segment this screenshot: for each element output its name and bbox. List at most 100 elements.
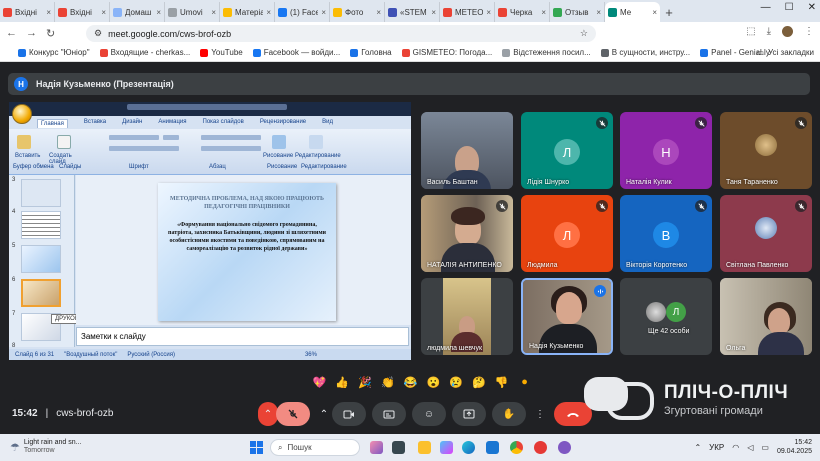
app-icon-edge[interactable] — [462, 441, 475, 454]
weather-widget[interactable]: ☂ Light rain and sn... Tomorrow — [10, 439, 81, 455]
participant-tile[interactable]: Світлана Павленко — [720, 195, 812, 272]
profile-avatar[interactable] — [782, 26, 793, 37]
tab-close-icon[interactable]: × — [541, 8, 546, 17]
reaction-emoji[interactable]: 👎 — [494, 376, 509, 389]
ribbon-tab[interactable]: Анимация — [158, 119, 186, 128]
current-slide[interactable]: МЕТОДИЧНА ПРОБЛЕМА, НАД ЯКОЮ ПРАЦЮЮТЬ ПЕ… — [158, 183, 336, 321]
site-info-icon[interactable]: ⚙ — [94, 28, 102, 39]
tab-close-icon[interactable]: × — [596, 8, 601, 17]
tab-close-icon[interactable]: × — [431, 8, 436, 17]
browser-tab[interactable]: Ме × — [605, 2, 660, 22]
participant-tile[interactable]: людмила шевчук — [421, 278, 513, 355]
battery-icon[interactable]: ▭ — [761, 443, 769, 452]
browser-tab[interactable]: Umovi × — [165, 2, 220, 22]
participant-tile[interactable]: Василь Баштан — [421, 112, 513, 189]
browser-tab[interactable]: Вхідні × — [0, 2, 55, 22]
paragraph-row-1[interactable] — [201, 135, 261, 140]
all-bookmarks-button[interactable]: ▭ Усі закладки — [756, 48, 814, 57]
app-icon-chrome[interactable] — [510, 441, 523, 454]
new-tab-button[interactable]: + — [660, 2, 678, 22]
app-icon-copilot[interactable] — [440, 441, 453, 454]
app-icon-opera[interactable] — [534, 441, 547, 454]
bookmark-item[interactable]: Входящие - cherkas... — [99, 48, 190, 57]
language-indicator[interactable]: УКР — [709, 443, 724, 452]
font-box[interactable] — [109, 135, 159, 140]
browser-tab[interactable]: Матеріал× — [220, 2, 275, 22]
tab-close-icon[interactable]: × — [211, 8, 216, 17]
taskbar-clock[interactable]: 15:42 09.04.2025 — [777, 438, 812, 456]
participant-tile[interactable]: Н Наталія Кулик — [620, 112, 712, 189]
participant-tile[interactable]: НАТАЛІЯ АНТИПЕНКО — [421, 195, 513, 272]
ribbon-tab[interactable]: Дизайн — [122, 119, 142, 128]
new-slide-icon[interactable] — [57, 135, 71, 149]
font-size-box[interactable] — [163, 135, 179, 140]
slide-notes[interactable]: Заметки к слайду — [76, 327, 409, 346]
bookmark-item[interactable]: YouTube — [200, 48, 243, 57]
slide-thumb-3[interactable] — [21, 179, 61, 207]
paste-icon[interactable] — [17, 135, 31, 149]
reaction-emoji[interactable]: 😂 — [403, 376, 418, 389]
app-icon-viber[interactable] — [558, 441, 571, 454]
bookmark-star-icon[interactable]: ☆ — [580, 28, 588, 39]
app-icon-widget[interactable] — [370, 441, 383, 454]
bookmark-item[interactable]: Facebook — войди... — [252, 48, 340, 57]
microphone-toggle[interactable] — [276, 402, 310, 426]
reaction-emoji[interactable]: ● — [517, 376, 532, 388]
minimize-icon[interactable]: — — [761, 2, 771, 13]
downloads-icon[interactable]: ⤓ — [767, 26, 771, 37]
raise-hand-button[interactable]: ✋ — [492, 402, 526, 426]
tab-close-icon[interactable]: × — [321, 8, 326, 17]
emoji-button[interactable]: ☺ — [412, 402, 446, 426]
back-icon[interactable]: ← — [6, 27, 17, 39]
drawing-icon[interactable] — [272, 135, 286, 149]
participant-tile[interactable]: Надія Кузьменко — [521, 278, 613, 355]
browser-tab[interactable]: Черка × — [495, 2, 550, 22]
browser-tab[interactable]: Вхідні × — [55, 2, 110, 22]
participant-tile[interactable]: Таня Тараненко — [720, 112, 812, 189]
reload-icon[interactable]: ↻ — [46, 27, 55, 40]
browser-tab[interactable]: Домаш × — [110, 2, 165, 22]
chevron-up-icon[interactable]: ⌃ — [694, 443, 701, 452]
paragraph-row-2[interactable] — [201, 146, 261, 151]
bookmark-item[interactable]: В сущности, инстру... — [600, 48, 690, 57]
app-icon-file-explorer[interactable] — [418, 441, 431, 454]
present-button[interactable] — [452, 402, 486, 426]
ribbon-tab[interactable]: Показ слайдов — [203, 119, 244, 128]
font-format-row[interactable] — [109, 146, 179, 151]
slide-thumb-5[interactable] — [21, 245, 61, 273]
camera-options-button[interactable]: ⌃ — [316, 402, 332, 426]
drawing-button[interactable]: Рисование — [263, 153, 293, 159]
paste-button[interactable]: Вставить — [15, 153, 40, 159]
reaction-emoji[interactable]: 🎉 — [358, 376, 373, 389]
wifi-icon[interactable]: ◠ — [732, 443, 739, 452]
participant-tile[interactable]: Ольга — [720, 278, 812, 355]
address-bar[interactable]: ⚙ meet.google.com/cws-brof-ozb ☆ — [86, 25, 596, 42]
reaction-emoji[interactable]: 😢 — [449, 376, 464, 389]
maximize-icon[interactable]: ☐ — [785, 2, 794, 13]
reaction-emoji[interactable]: 👏 — [380, 376, 395, 389]
tab-close-icon[interactable]: × — [266, 8, 271, 17]
reaction-emoji[interactable]: 🤔 — [472, 376, 487, 389]
tab-close-icon[interactable]: × — [46, 8, 51, 17]
bookmark-item[interactable]: Головна — [350, 48, 392, 57]
editing-icon[interactable] — [309, 135, 323, 149]
taskbar-search[interactable]: ⌕ Пошук — [270, 439, 360, 456]
tab-close-icon[interactable]: × — [652, 8, 657, 17]
browser-tab[interactable]: «STEM × — [385, 2, 440, 22]
meeting-code[interactable]: cws-brof-ozb — [56, 408, 113, 419]
presenter-chip[interactable]: Н Надія Кузьменко (Презентація) — [8, 73, 810, 95]
tab-close-icon[interactable]: × — [156, 8, 161, 17]
menu-icon[interactable]: ⋮ — [804, 26, 814, 37]
ribbon-tab[interactable]: Главная — [37, 119, 68, 128]
editing-button[interactable]: Редактирование — [295, 153, 341, 159]
volume-icon[interactable]: ◁ — [747, 443, 753, 452]
browser-tab[interactable]: Отзыв × — [550, 2, 605, 22]
participant-tile[interactable]: В Вікторія Коротенко — [620, 195, 712, 272]
bookmark-item[interactable]: Відстеження посил... — [502, 48, 591, 57]
tab-close-icon[interactable]: × — [376, 8, 381, 17]
reaction-emoji[interactable]: 💖 — [312, 376, 327, 389]
others-tile[interactable]: Л Ще 42 особи — [620, 278, 712, 355]
ribbon-tab[interactable]: Рецензирование — [260, 119, 306, 128]
more-options-button[interactable]: ⋮ — [532, 402, 548, 426]
bookmark-item[interactable]: GISMETEO: Погода... — [401, 48, 492, 57]
